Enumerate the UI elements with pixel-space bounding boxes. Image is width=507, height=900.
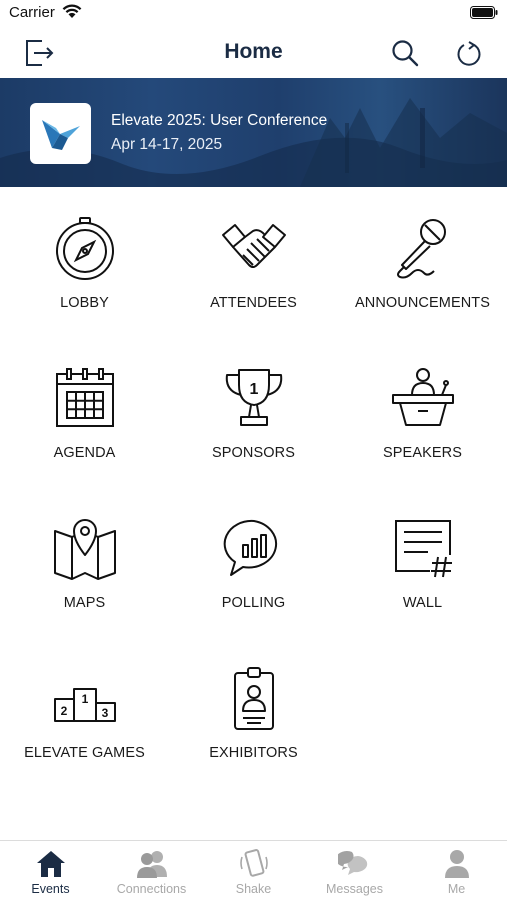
calendar-icon: [55, 368, 114, 427]
refresh-icon: [457, 41, 481, 66]
tile-label: POLLING: [221, 595, 286, 611]
tile-label: MAPS: [63, 595, 106, 611]
refresh-button[interactable]: [452, 36, 486, 70]
poll-chat-icon: [223, 519, 277, 576]
svg-text:1: 1: [249, 381, 258, 398]
tab-label: Me: [447, 882, 466, 896]
tile-agenda[interactable]: AGENDA: [0, 337, 169, 487]
svg-text:2: 2: [60, 704, 67, 718]
event-name: Elevate 2025: User Conference: [111, 112, 328, 129]
badge-icon: [233, 667, 274, 730]
bird-logo-icon: [41, 119, 80, 150]
tab-events[interactable]: Events: [0, 841, 101, 900]
tile-speakers[interactable]: SPEAKERS: [338, 337, 507, 487]
wall-post-icon: [394, 520, 452, 578]
tab-messages[interactable]: Messages: [304, 841, 405, 900]
page-title: Home: [224, 40, 283, 63]
shake-phone-icon: [239, 849, 268, 877]
status-bar: Carrier: [0, 0, 507, 28]
people-icon: [136, 851, 167, 878]
microphone-icon: [396, 219, 446, 279]
svg-text:1: 1: [81, 692, 88, 706]
tab-label: Messages: [326, 882, 383, 896]
compass-icon: [55, 217, 114, 280]
search-icon: [392, 40, 419, 67]
tile-label: WALL: [402, 595, 443, 611]
tab-label: Events: [31, 882, 70, 896]
search-button[interactable]: [388, 36, 422, 70]
trophy-icon: 1: [225, 369, 282, 426]
tab-label: Connections: [116, 882, 187, 896]
tile-exhibitors[interactable]: EXHIBITORS: [169, 637, 338, 787]
tab-connections[interactable]: Connections: [101, 841, 202, 900]
tab-bar: Events Connections Shake Messages Me: [0, 840, 507, 900]
podium-icon: [391, 368, 454, 426]
event-logo: [30, 103, 91, 164]
tile-maps[interactable]: MAPS: [0, 487, 169, 637]
tile-lobby[interactable]: LOBBY: [0, 187, 169, 337]
map-icon: [53, 519, 116, 580]
tab-shake[interactable]: Shake: [203, 841, 304, 900]
tile-attendees[interactable]: ATTENDEES: [169, 187, 338, 337]
navigation-bar: Home: [0, 28, 507, 78]
tab-me[interactable]: Me: [406, 841, 507, 900]
tile-label: EXHIBITORS: [209, 745, 298, 761]
svg-text:3: 3: [101, 706, 108, 720]
carrier-label: Carrier: [9, 4, 55, 21]
tile-label: SPONSORS: [212, 445, 295, 461]
tile-label: AGENDA: [53, 445, 116, 461]
handshake-icon: [221, 224, 286, 268]
house-icon: [36, 851, 65, 877]
tile-wall[interactable]: WALL: [338, 487, 507, 637]
wifi-icon: [62, 4, 82, 18]
tile-polling[interactable]: POLLING: [169, 487, 338, 637]
tab-label: Shake: [235, 882, 272, 896]
chat-bubbles-icon: [337, 851, 367, 875]
podium-ranking-icon: 2 1 3: [53, 688, 116, 722]
tile-elevate-games[interactable]: 2 1 3 ELEVATE GAMES: [0, 637, 169, 787]
tile-label: ELEVATE GAMES: [24, 745, 145, 761]
tile-sponsors[interactable]: 1 SPONSORS: [169, 337, 338, 487]
battery-icon: [470, 6, 498, 19]
person-icon: [444, 850, 469, 878]
tile-label: LOBBY: [60, 295, 109, 311]
event-banner[interactable]: Elevate 2025: User Conference Apr 14-17,…: [0, 78, 507, 187]
tile-label: ATTENDEES: [210, 295, 297, 311]
tile-announcements[interactable]: ANNOUNCEMENTS: [338, 187, 507, 337]
event-date: Apr 14-17, 2025: [111, 136, 223, 153]
tile-label: SPEAKERS: [383, 445, 462, 461]
tile-label: ANNOUNCEMENTS: [354, 295, 491, 311]
